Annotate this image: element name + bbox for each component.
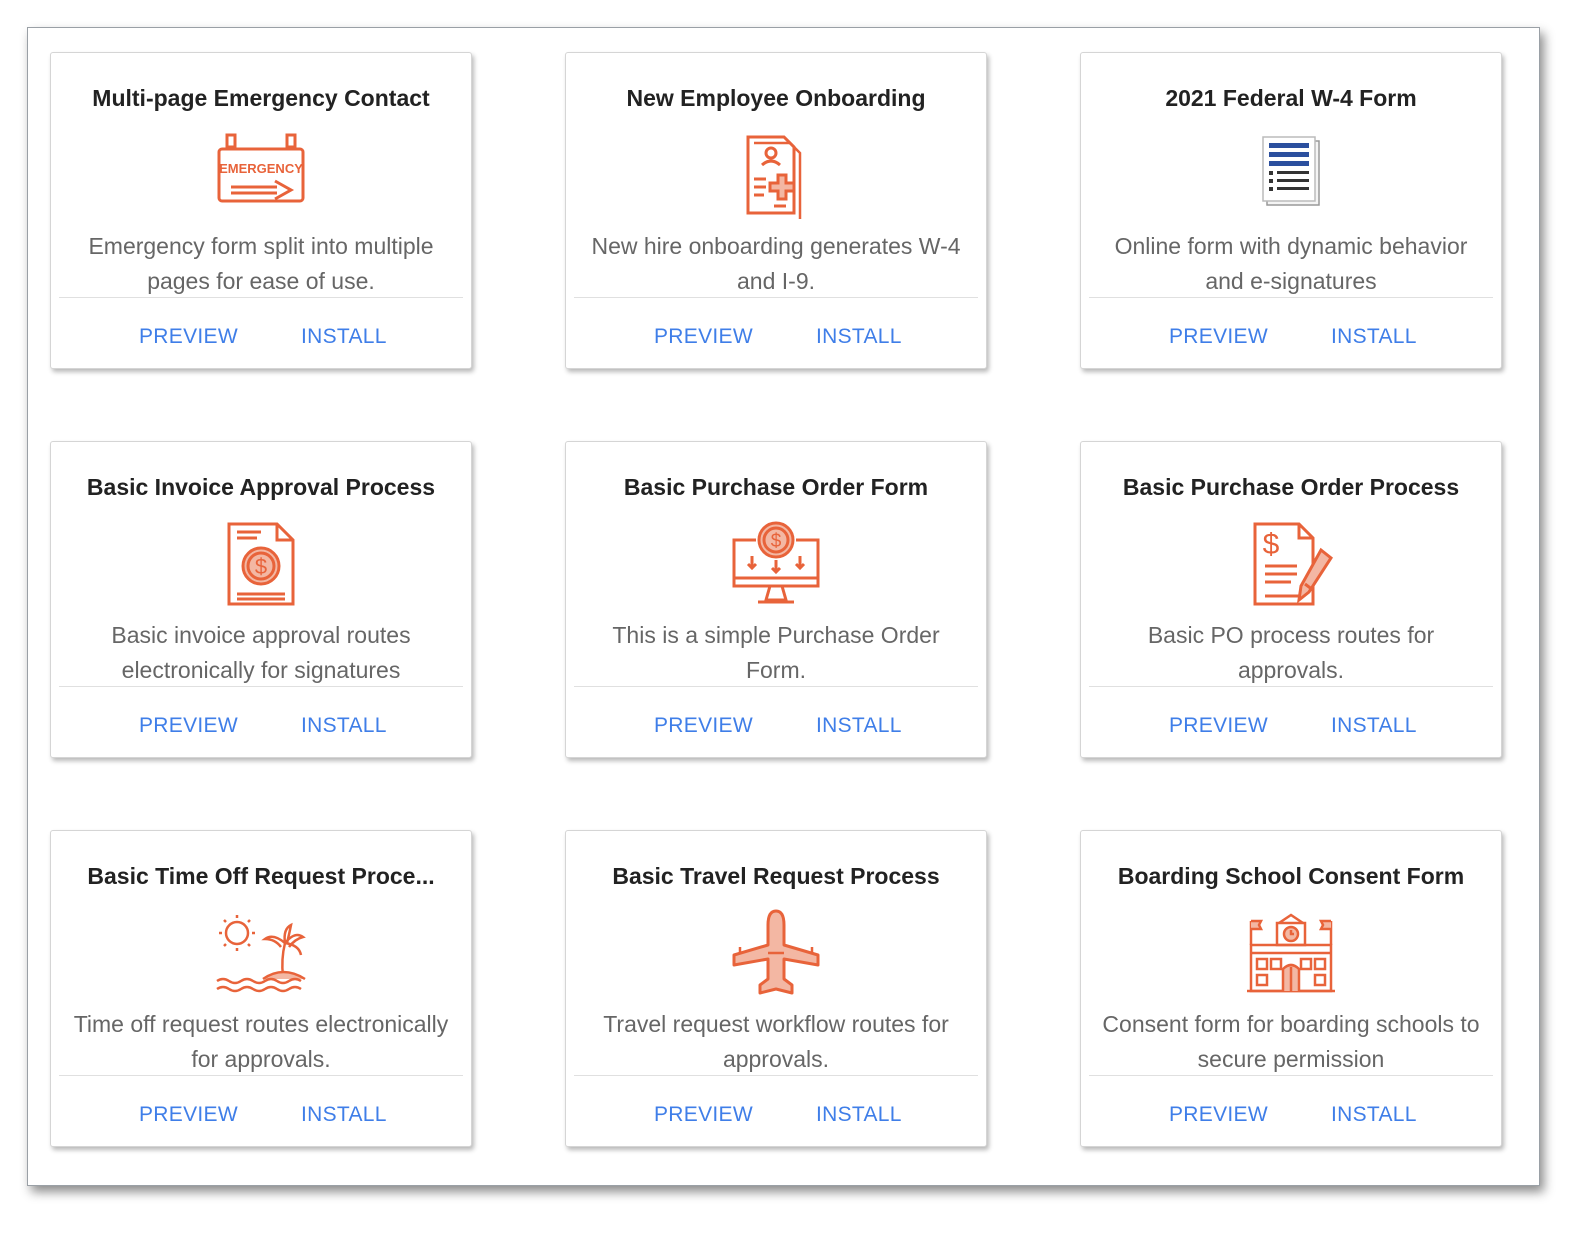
medical-document-icon xyxy=(726,131,826,219)
template-card: Basic Time Off Request Proce... Time off… xyxy=(50,830,472,1147)
card-divider xyxy=(574,686,978,687)
preview-button[interactable]: PREVIEW xyxy=(654,325,753,349)
svg-text:$: $ xyxy=(771,531,782,552)
card-description: New hire onboarding generates W-4 and I-… xyxy=(591,233,961,294)
template-card: Basic Travel Request Process Travel requ… xyxy=(565,830,987,1147)
card-divider xyxy=(1089,1075,1493,1076)
card-divider xyxy=(1089,686,1493,687)
island-sun-icon xyxy=(211,909,311,997)
school-building-icon xyxy=(1241,909,1341,997)
card-divider xyxy=(59,1075,463,1076)
card-actions: PREVIEW INSTALL xyxy=(1081,325,1501,355)
card-actions: PREVIEW INSTALL xyxy=(51,1103,471,1133)
card-actions: PREVIEW INSTALL xyxy=(51,714,471,744)
card-divider xyxy=(574,1075,978,1076)
document-list-icon xyxy=(1241,131,1341,219)
card-title: Basic Invoice Approval Process xyxy=(86,474,436,500)
svg-text:$: $ xyxy=(255,554,267,579)
install-button[interactable]: INSTALL xyxy=(301,714,387,738)
card-title: Basic Purchase Order Process xyxy=(1122,474,1460,500)
card-divider xyxy=(59,686,463,687)
preview-button[interactable]: PREVIEW xyxy=(139,1103,238,1127)
preview-button[interactable]: PREVIEW xyxy=(139,325,238,349)
card-title: New Employee Onboarding xyxy=(626,85,926,111)
card-description: Basic PO process routes for approvals. xyxy=(1147,622,1435,683)
install-button[interactable]: INSTALL xyxy=(1331,714,1417,738)
install-button[interactable]: INSTALL xyxy=(816,325,902,349)
template-card: Basic Invoice Approval Process $ Basic i… xyxy=(50,441,472,758)
card-description: Consent form for boarding schools to sec… xyxy=(1102,1011,1480,1072)
card-title: Basic Purchase Order Form xyxy=(623,474,929,500)
template-card: Boarding School Consent Form Consent for… xyxy=(1080,830,1502,1147)
card-description: Emergency form split into multiple pages… xyxy=(88,233,434,294)
install-button[interactable]: INSTALL xyxy=(816,714,902,738)
card-title: Basic Travel Request Process xyxy=(612,863,940,889)
preview-button[interactable]: PREVIEW xyxy=(1169,325,1268,349)
card-divider xyxy=(59,297,463,298)
card-title: Multi-page Emergency Contact xyxy=(92,85,430,111)
preview-button[interactable]: PREVIEW xyxy=(139,714,238,738)
preview-button[interactable]: PREVIEW xyxy=(1169,714,1268,738)
preview-button[interactable]: PREVIEW xyxy=(654,714,753,738)
card-description: Online form with dynamic behavior and e-… xyxy=(1114,233,1468,294)
install-button[interactable]: INSTALL xyxy=(301,325,387,349)
template-gallery: Multi-page Emergency Contact EMERGENCY E… xyxy=(27,27,1540,1186)
card-actions: PREVIEW INSTALL xyxy=(566,325,986,355)
card-description: Time off request routes electronically f… xyxy=(73,1011,449,1072)
svg-text:EMERGENCY: EMERGENCY xyxy=(219,161,303,176)
card-title: Boarding School Consent Form xyxy=(1117,863,1465,889)
card-actions: PREVIEW INSTALL xyxy=(566,714,986,744)
template-card: 2021 Federal W-4 Form Online form with d… xyxy=(1080,52,1502,369)
install-button[interactable]: INSTALL xyxy=(816,1103,902,1127)
template-card: Basic Purchase Order Process $ Basic PO … xyxy=(1080,441,1502,758)
svg-text:$: $ xyxy=(1263,528,1280,561)
invoice-dollar-icon: $ xyxy=(211,520,311,608)
install-button[interactable]: INSTALL xyxy=(1331,1103,1417,1127)
card-title: Basic Time Off Request Proce... xyxy=(87,863,435,889)
card-description: Travel request workflow routes for appro… xyxy=(603,1011,949,1072)
emergency-sign-icon: EMERGENCY xyxy=(211,131,311,219)
card-divider xyxy=(574,297,978,298)
template-card: New Employee Onboarding New hire onboard… xyxy=(565,52,987,369)
template-card: Basic Purchase Order Form $ This is a si… xyxy=(565,441,987,758)
card-description: This is a simple Purchase Order Form. xyxy=(612,622,940,683)
document-pen-dollar-icon: $ xyxy=(1241,520,1341,608)
card-actions: PREVIEW INSTALL xyxy=(51,325,471,355)
card-actions: PREVIEW INSTALL xyxy=(1081,714,1501,744)
template-grid: Multi-page Emergency Contact EMERGENCY E… xyxy=(28,28,1539,1185)
card-title: 2021 Federal W-4 Form xyxy=(1165,85,1417,111)
preview-button[interactable]: PREVIEW xyxy=(654,1103,753,1127)
template-card: Multi-page Emergency Contact EMERGENCY E… xyxy=(50,52,472,369)
card-actions: PREVIEW INSTALL xyxy=(1081,1103,1501,1133)
card-actions: PREVIEW INSTALL xyxy=(566,1103,986,1133)
install-button[interactable]: INSTALL xyxy=(1331,325,1417,349)
card-description: Basic invoice approval routes electronic… xyxy=(111,622,411,683)
preview-button[interactable]: PREVIEW xyxy=(1169,1103,1268,1127)
airplane-icon xyxy=(726,909,826,997)
card-divider xyxy=(1089,297,1493,298)
monitor-dollar-icon: $ xyxy=(726,520,826,608)
install-button[interactable]: INSTALL xyxy=(301,1103,387,1127)
